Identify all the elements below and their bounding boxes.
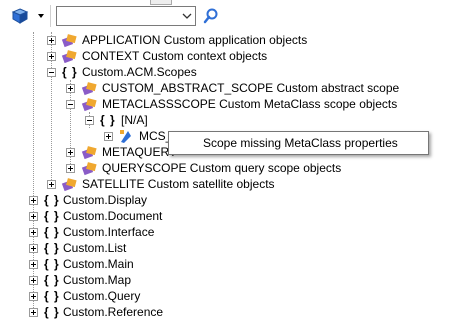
namespace-icon: { } [44,273,60,287]
tree-node-label: Custom.ACM.Scopes [82,65,197,79]
tree-node-label: Custom.Interface [63,225,155,239]
namespace-icon: { } [44,241,60,255]
package-icon [81,162,97,176]
scope-object-icon [120,130,131,143]
search-icon[interactable] [202,7,220,25]
namespace-icon: { } [62,65,78,79]
dropdown-arrow-icon[interactable] [38,14,44,18]
package-icon [61,50,77,64]
package-icon [81,82,97,96]
tree-node-query[interactable]: { } Custom.Query [0,288,476,304]
expand-button[interactable] [29,308,38,317]
expand-button[interactable] [29,196,38,205]
tree-node-label: METACLASSSCOPE Custom MetaClass scope ob… [102,97,398,111]
tree-node-label: Custom.Document [63,209,163,223]
expand-button[interactable] [29,212,38,221]
namespace-icon: { } [44,257,60,271]
chevron-down-icon[interactable] [182,11,192,21]
tree-node-metaquery[interactable]: METAQUERY [0,144,177,160]
tree-node-interface[interactable]: { } Custom.Interface [0,224,476,240]
expand-button[interactable] [66,84,75,93]
tree-node-label: Custom.List [63,241,127,255]
namespace-icon: { } [44,289,60,303]
namespace-icon: { } [100,113,116,127]
tree-node-queryscope[interactable]: QUERYSCOPE Custom query scope objects [0,160,476,176]
tree-node-custom-abstract-scope[interactable]: CUSTOM_ABSTRACT_SCOPE Custom abstract sc… [0,80,476,96]
expand-button[interactable] [29,292,38,301]
expand-button[interactable] [29,228,38,237]
tooltip: Scope missing MetaClass properties [168,131,429,155]
expand-button[interactable] [47,52,56,61]
expand-button[interactable] [29,244,38,253]
package-icon [61,34,77,48]
tree-node-label: Custom.Display [63,193,148,207]
tree-node-acm-scopes[interactable]: { } Custom.ACM.Scopes [0,64,476,80]
expand-button[interactable] [66,164,75,173]
tree-node-label: Custom.Reference [63,305,164,319]
expand-button[interactable] [29,276,38,285]
namespace-icon: { } [44,305,60,319]
cube-icon[interactable] [11,7,29,25]
expand-button[interactable] [47,180,56,189]
toolbar-separator [50,5,51,27]
tree-node-label: METAQUERY [102,145,177,159]
expand-button[interactable] [66,148,75,157]
tree-node-label: CONTEXT Custom context objects [82,49,268,63]
toolbar [0,0,476,32]
tree-node-main[interactable]: { } Custom.Main [0,256,476,272]
search-combo[interactable] [56,6,196,26]
tree-node-metaclassscope[interactable]: METACLASSSCOPE Custom MetaClass scope ob… [0,96,476,112]
package-icon [81,98,97,112]
expand-button[interactable] [29,260,38,269]
tree-node-label: QUERYSCOPE Custom query scope objects [102,161,342,175]
tree-node-application[interactable]: APPLICATION Custom application objects [0,32,476,48]
tree-node-label: SATELLITE Custom satellite objects [82,177,275,191]
expand-button[interactable] [104,132,113,141]
package-icon [81,146,97,160]
scope-tree: APPLICATION Custom application objects C… [0,32,476,319]
tree-node-label: Custom.Query [63,289,141,303]
expand-button[interactable] [47,36,56,45]
tree-node-context[interactable]: CONTEXT Custom context objects [0,48,476,64]
tree-node-reference[interactable]: { } Custom.Reference [0,304,476,320]
tree-node-label: Custom.Map [63,273,132,287]
tree-node-map[interactable]: { } Custom.Map [0,272,476,288]
tree-node-mcs[interactable]: MCS_ [0,128,172,144]
tree-node-label: CUSTOM_ABSTRACT_SCOPE Custom abstract sc… [102,81,400,95]
namespace-icon: { } [44,209,60,223]
package-icon [61,178,77,192]
top-tab-edge [150,0,172,5]
tree-node-list[interactable]: { } Custom.List [0,240,476,256]
tree-node-satellite[interactable]: SATELLITE Custom satellite objects [0,176,476,192]
namespace-icon: { } [44,193,60,207]
collapse-button[interactable] [66,100,75,109]
tree-node-label: APPLICATION Custom application objects [82,33,308,47]
tree-node-label: [N/A] [121,113,148,127]
collapse-button[interactable] [47,68,56,77]
namespace-icon: { } [44,225,60,239]
search-input[interactable] [59,8,177,24]
tree-node-document[interactable]: { } Custom.Document [0,208,476,224]
tree-node-label: Custom.Main [63,257,134,271]
tree-node-display[interactable]: { } Custom.Display [0,192,476,208]
collapse-button[interactable] [85,116,94,125]
tree-node-na[interactable]: { } [N/A] [0,112,476,128]
